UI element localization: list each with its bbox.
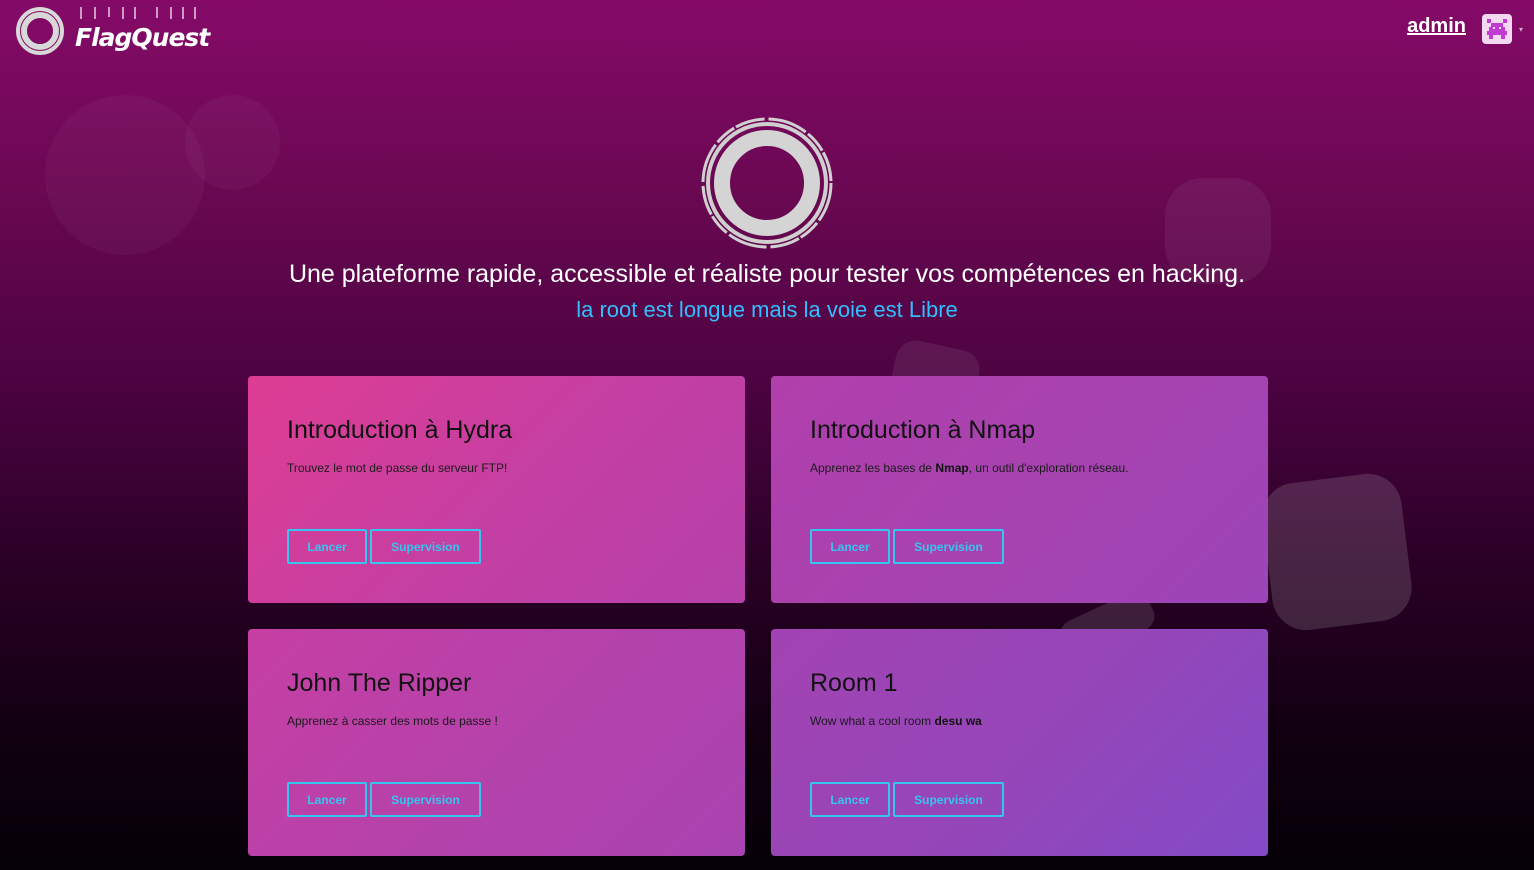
- room-description: Trouvez le mot de passe du serveur FTP!: [287, 461, 508, 475]
- hanging-lines-icon: [80, 6, 196, 19]
- room-description: Wow what a cool room desu wa: [810, 714, 982, 728]
- room-card: John The Ripper Apprenez à casser des mo…: [248, 629, 745, 856]
- avatar-icon: [1487, 19, 1507, 39]
- background-circle: [185, 95, 280, 190]
- hero-motto: la root est longue mais la voie est Libr…: [576, 297, 958, 322]
- room-title: Room 1: [810, 669, 898, 697]
- user-link[interactable]: admin: [1407, 15, 1466, 38]
- hero-ring-icon: [701, 117, 833, 249]
- room-title: Introduction à Hydra: [287, 416, 513, 444]
- room-card: Introduction à Hydra Trouvez le mot de p…: [248, 376, 745, 603]
- background-circle: [45, 95, 205, 255]
- hero-tagline: Une plateforme rapide, accessible et réa…: [288, 260, 1246, 288]
- supervision-button[interactable]: Supervision: [370, 782, 481, 817]
- launch-button[interactable]: Lancer: [287, 782, 367, 817]
- launch-button[interactable]: Lancer: [810, 782, 890, 817]
- room-card: Room 1 Wow what a cool room desu wa Lanc…: [771, 629, 1268, 856]
- supervision-button[interactable]: Supervision: [370, 529, 481, 564]
- brand-logo[interactable]: FlagQuest: [15, 6, 210, 56]
- brand-text: FlagQuest: [75, 22, 210, 52]
- launch-button[interactable]: Lancer: [287, 529, 367, 564]
- room-title: John The Ripper: [287, 669, 472, 697]
- room-card: Introduction à Nmap Apprenez les bases d…: [771, 376, 1268, 603]
- supervision-button[interactable]: Supervision: [893, 529, 1004, 564]
- dropdown-caret-icon[interactable]: ▾: [1519, 25, 1523, 34]
- launch-button[interactable]: Lancer: [810, 529, 890, 564]
- room-description: Apprenez les bases de Nmap, un outil d'e…: [810, 461, 1129, 475]
- avatar[interactable]: [1482, 14, 1512, 44]
- room-description: Apprenez à casser des mots de passe !: [287, 714, 498, 728]
- room-title: Introduction à Nmap: [810, 416, 1036, 444]
- background-shape: [1258, 470, 1416, 634]
- supervision-button[interactable]: Supervision: [893, 782, 1004, 817]
- brand-name: FlagQuest: [75, 6, 210, 52]
- logo-ring-icon: [16, 7, 64, 55]
